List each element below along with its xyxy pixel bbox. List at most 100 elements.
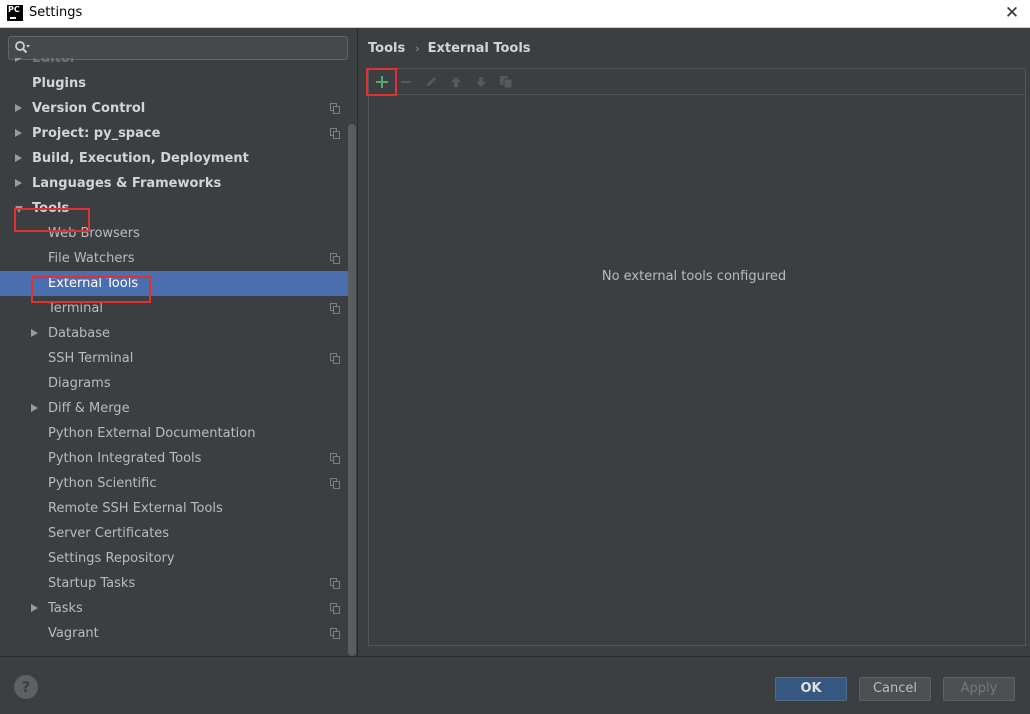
sidebar-item-label: Startup Tasks (48, 576, 136, 591)
settings-sidebar: Editor Plugins Version Control Project: py_… (0, 28, 358, 656)
sidebar-item-label: Server Certificates (48, 526, 170, 541)
sidebar-item-remote-ssh-external-tools[interactable]: Remote SSH External Tools (0, 496, 348, 521)
external-tools-page: Tools › External Tools No external tools c… (359, 28, 1030, 656)
sidebar-item-languages-frameworks[interactable]: Languages & Frameworks (0, 171, 348, 196)
project-level-icon (330, 103, 340, 114)
project-level-icon (330, 578, 340, 589)
settings-tree: Editor Plugins Version Control Project: py_… (0, 58, 348, 656)
project-level-icon (330, 128, 340, 139)
sidebar-item-external-tools[interactable]: External Tools (0, 271, 348, 296)
project-level-icon (330, 628, 340, 639)
sidebar-item-label: Python External Documentation (48, 426, 256, 441)
sidebar-item-label: Diagrams (48, 376, 111, 391)
tools-toolbar (369, 69, 1025, 95)
sidebar-item-server-certificates[interactable]: Server Certificates (0, 521, 348, 546)
edit-tool-button[interactable] (420, 71, 442, 93)
expand-arrow-right-icon[interactable] (31, 404, 38, 412)
project-level-icon (330, 303, 340, 314)
expand-arrow-right-icon[interactable] (15, 58, 22, 62)
sidebar-item-tasks[interactable]: Tasks (0, 596, 348, 621)
sidebar-item-label: Build, Execution, Deployment (32, 151, 249, 166)
sidebar-item-file-watchers[interactable]: File Watchers (0, 246, 348, 271)
empty-state-text: No external tools configured (601, 269, 787, 284)
help-button[interactable]: ? (14, 675, 38, 699)
project-level-icon (330, 478, 340, 489)
project-level-icon (330, 353, 340, 364)
sidebar-item-label: File Watchers (48, 251, 135, 266)
close-window-button[interactable]: ✕ (1002, 3, 1022, 23)
apply-button[interactable]: Apply (943, 677, 1015, 701)
help-icon: ? (21, 678, 31, 696)
breadcrumb: Tools › External Tools (368, 40, 531, 58)
remove-icon (401, 81, 411, 83)
project-level-icon (330, 453, 340, 464)
dialog-footer: ? OK Cancel Apply (0, 656, 1030, 714)
sidebar-item-label: Languages & Frameworks (32, 176, 222, 191)
external-tools-list: No external tools configured (368, 68, 1026, 646)
expand-arrow-right-icon[interactable] (31, 329, 38, 337)
add-tool-button[interactable] (371, 71, 393, 93)
sidebar-item-database[interactable]: Database (0, 321, 348, 346)
sidebar-item-diagrams[interactable]: Diagrams (0, 371, 348, 396)
sidebar-item-diff-merge[interactable]: Diff & Merge (0, 396, 348, 421)
title-bar: PC Settings ✕ (0, 0, 1030, 28)
sidebar-item-label: Vagrant (48, 626, 99, 641)
sidebar-item-label: Editor (32, 58, 77, 66)
sidebar-item-project-py-space[interactable]: Project: py_space (0, 121, 348, 146)
sidebar-item-tools[interactable]: Tools (0, 196, 348, 221)
sidebar-item-editor[interactable]: Editor (0, 58, 348, 71)
expand-arrow-down-icon[interactable] (15, 206, 23, 213)
expand-arrow-right-icon[interactable] (31, 604, 38, 612)
sidebar-item-terminal[interactable]: Terminal (0, 296, 348, 321)
sidebar-item-label: Tasks (48, 601, 83, 616)
sidebar-item-web-browsers[interactable]: Web Browsers (0, 221, 348, 246)
edit-icon (427, 77, 436, 86)
sidebar-item-plugins[interactable]: Plugins (0, 71, 348, 96)
sidebar-item-label: Tools (32, 201, 70, 216)
cancel-button[interactable]: Cancel (859, 677, 931, 701)
sidebar-item-ssh-terminal[interactable]: SSH Terminal (0, 346, 348, 371)
sidebar-item-vagrant[interactable]: Vagrant (0, 621, 348, 646)
copy-tool-button[interactable] (495, 71, 517, 93)
sidebar-item-startup-tasks[interactable]: Startup Tasks (0, 571, 348, 596)
sidebar-item-label: Python Scientific (48, 476, 157, 491)
ok-button[interactable]: OK (775, 677, 847, 701)
sidebar-item-settings-repository[interactable]: Settings Repository (0, 546, 348, 571)
sidebar-item-python-external-documentation[interactable]: Python External Documentation (0, 421, 348, 446)
sidebar-item-label: Remote SSH External Tools (48, 501, 223, 516)
remove-tool-button[interactable] (395, 71, 417, 93)
sidebar-item-label: Plugins (32, 76, 86, 91)
expand-arrow-right-icon[interactable] (15, 154, 22, 162)
close-icon: ✕ (1004, 3, 1020, 23)
move-down-button[interactable] (470, 71, 492, 93)
project-level-icon (330, 603, 340, 614)
breadcrumb-tools[interactable]: Tools (368, 41, 405, 56)
move-up-icon (451, 77, 461, 87)
expand-arrow-right-icon[interactable] (15, 104, 22, 112)
settings-search-input[interactable] (8, 36, 348, 60)
sidebar-item-label: Terminal (48, 301, 103, 316)
copy-icon (500, 76, 513, 89)
sidebar-item-label: External Tools (48, 276, 139, 291)
breadcrumb-external-tools: External Tools (427, 41, 531, 56)
sidebar-item-build-execution-deployment[interactable]: Build, Execution, Deployment (0, 146, 348, 171)
sidebar-item-label: Diff & Merge (48, 401, 130, 416)
sidebar-scrollbar[interactable] (348, 124, 356, 656)
sidebar-item-python-scientific[interactable]: Python Scientific (0, 471, 348, 496)
project-level-icon (330, 253, 340, 264)
expand-arrow-right-icon[interactable] (15, 129, 22, 137)
sidebar-item-label: Web Browsers (48, 226, 140, 241)
sidebar-item-python-integrated-tools[interactable]: Python Integrated Tools (0, 446, 348, 471)
move-up-button[interactable] (445, 71, 467, 93)
search-icon (15, 41, 30, 54)
window-title: Settings (29, 5, 83, 20)
sidebar-item-label: Python Integrated Tools (48, 451, 202, 466)
sidebar-item-label: SSH Terminal (48, 351, 134, 366)
pycharm-app-icon: PC (7, 5, 23, 21)
add-icon (376, 76, 388, 88)
sidebar-item-label: Settings Repository (48, 551, 175, 566)
sidebar-item-version-control[interactable]: Version Control (0, 96, 348, 121)
move-down-icon (476, 77, 486, 87)
expand-arrow-right-icon[interactable] (15, 179, 22, 187)
sidebar-item-label: Project: py_space (32, 126, 161, 141)
